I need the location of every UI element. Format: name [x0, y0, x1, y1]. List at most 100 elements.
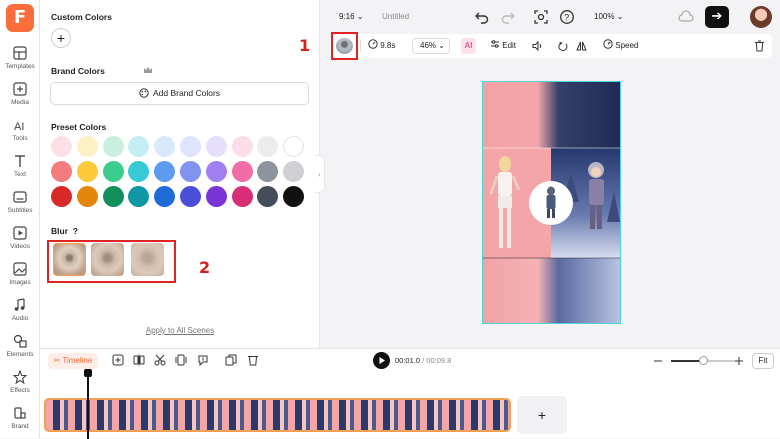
- nav-item-templates[interactable]: Templates: [0, 44, 40, 78]
- preset-color-swatch[interactable]: [205, 161, 227, 182]
- preset-color-swatch[interactable]: [257, 161, 279, 182]
- preset-color-swatch[interactable]: [257, 136, 279, 157]
- preset-color-swatch[interactable]: [205, 186, 227, 207]
- videos-icon: [13, 226, 27, 240]
- preset-colors-title: Preset Colors: [51, 122, 107, 132]
- app-logo: F: [6, 4, 34, 32]
- preset-color-swatch[interactable]: [154, 136, 176, 157]
- preset-color-swatch[interactable]: [76, 186, 98, 207]
- ai-tools-icon: AI: [14, 121, 24, 132]
- delete-icon[interactable]: [247, 354, 259, 366]
- video-canvas[interactable]: [482, 81, 621, 324]
- preset-color-swatch[interactable]: [102, 136, 124, 157]
- preview-icon[interactable]: [533, 9, 549, 25]
- duplicate-icon[interactable]: [225, 354, 237, 366]
- split-icon[interactable]: [133, 354, 145, 366]
- volume-icon[interactable]: [532, 41, 543, 51]
- preset-color-swatch[interactable]: [231, 136, 253, 157]
- preset-color-swatch[interactable]: [283, 136, 305, 157]
- redo-icon[interactable]: [500, 9, 516, 25]
- nav-item-videos[interactable]: Videos: [0, 224, 40, 258]
- preset-color-swatch[interactable]: [231, 161, 253, 182]
- playhead[interactable]: [87, 371, 89, 439]
- export-button[interactable]: ➔: [705, 6, 729, 28]
- timeline-icon: ✂: [53, 356, 61, 365]
- nav-rail: F Templates Media AI Tools Text Subtitle…: [0, 0, 40, 438]
- slider-knob[interactable]: [698, 356, 708, 365]
- preset-color-swatch[interactable]: [180, 161, 201, 182]
- add-custom-color-button[interactable]: +: [51, 28, 71, 48]
- timeline-toggle[interactable]: ✂ Timeline: [48, 353, 98, 369]
- nav-label: Images: [9, 279, 31, 286]
- undo-icon[interactable]: [474, 9, 490, 25]
- speed-icon: [603, 39, 613, 49]
- scissors-icon[interactable]: [154, 354, 166, 366]
- preset-color-swatch[interactable]: [76, 161, 98, 182]
- nav-item-subtitles[interactable]: Subtitles: [0, 188, 40, 222]
- nav-label: Text: [14, 171, 26, 178]
- fit-frame-icon[interactable]: [175, 354, 187, 366]
- callout-box-blur: [47, 240, 176, 283]
- nav-label: Subtitles: [7, 207, 33, 214]
- nav-item-effects[interactable]: Effects: [0, 368, 40, 402]
- project-title[interactable]: Untitled: [382, 12, 409, 21]
- add-brand-colors-button[interactable]: Add Brand Colors: [50, 82, 309, 105]
- scene-clip-track[interactable]: [44, 398, 511, 432]
- fit-button[interactable]: Fit: [752, 353, 774, 369]
- preset-color-swatch[interactable]: [128, 186, 150, 207]
- zoom-out-icon[interactable]: [653, 356, 663, 366]
- user-avatar[interactable]: [750, 6, 772, 28]
- nav-item-elements[interactable]: Elements: [0, 332, 40, 366]
- preset-color-swatch[interactable]: [257, 186, 279, 207]
- flip-icon[interactable]: [576, 41, 587, 51]
- nav-item-media[interactable]: Media: [0, 80, 40, 114]
- add-scene-icon[interactable]: [112, 354, 124, 366]
- preset-color-swatch[interactable]: [51, 161, 72, 182]
- preset-color-swatch[interactable]: [283, 161, 305, 182]
- preset-color-swatch[interactable]: [128, 136, 150, 157]
- callout-number-2: 2: [199, 258, 211, 277]
- ai-tools-button[interactable]: AI: [461, 38, 476, 54]
- play-button[interactable]: [373, 352, 390, 369]
- preset-color-swatch[interactable]: [51, 186, 72, 207]
- nav-item-images[interactable]: Images: [0, 260, 40, 294]
- nav-label: Media: [11, 99, 29, 106]
- rotate-icon[interactable]: [558, 41, 568, 51]
- scale-selector[interactable]: 46% ⌄: [412, 38, 450, 54]
- preset-color-swatch[interactable]: [76, 136, 98, 157]
- nav-item-brand[interactable]: Brand: [0, 404, 40, 438]
- preset-color-swatch[interactable]: [205, 136, 227, 157]
- zoom-in-icon[interactable]: [734, 356, 744, 366]
- add-clip-button[interactable]: +: [517, 396, 567, 434]
- cloud-save-icon[interactable]: [678, 9, 694, 25]
- duration-button[interactable]: 9.8s: [368, 34, 395, 58]
- nav-item-text[interactable]: Text: [0, 152, 40, 186]
- aspect-ratio-selector[interactable]: 9:16 ⌄: [339, 12, 364, 21]
- preset-color-swatch[interactable]: [283, 186, 305, 207]
- preset-color-swatch[interactable]: [154, 161, 176, 182]
- preset-color-swatch[interactable]: [180, 136, 201, 157]
- preset-color-swatch[interactable]: [154, 186, 176, 207]
- speed-button[interactable]: Speed: [603, 34, 638, 58]
- clock-icon: [368, 39, 378, 49]
- voiceover-icon[interactable]: [197, 354, 209, 366]
- help-icon[interactable]: ?: [559, 9, 575, 25]
- blur-help-icon[interactable]: ?: [73, 226, 78, 236]
- preset-color-swatch[interactable]: [102, 161, 124, 182]
- collapse-panel-handle[interactable]: ‹: [315, 155, 325, 193]
- scene-preview: [483, 82, 620, 323]
- nav-item-tools[interactable]: AI Tools: [0, 116, 40, 150]
- zoom-selector[interactable]: 100% ⌄: [594, 12, 623, 21]
- preset-color-swatch[interactable]: [102, 186, 124, 207]
- edit-button[interactable]: Edit: [490, 34, 516, 58]
- svg-text:AI: AI: [14, 121, 24, 132]
- preset-color-swatch[interactable]: [128, 161, 150, 182]
- preset-color-swatch[interactable]: [231, 186, 253, 207]
- trash-icon[interactable]: [754, 40, 765, 52]
- apply-to-all-scenes-link[interactable]: Apply to All Scenes: [40, 326, 320, 335]
- preset-color-swatch[interactable]: [51, 136, 72, 157]
- audio-icon: [14, 298, 25, 311]
- nav-item-audio[interactable]: Audio: [0, 296, 40, 330]
- timeline-zoom-slider[interactable]: [671, 356, 735, 365]
- preset-color-swatch[interactable]: [180, 186, 201, 207]
